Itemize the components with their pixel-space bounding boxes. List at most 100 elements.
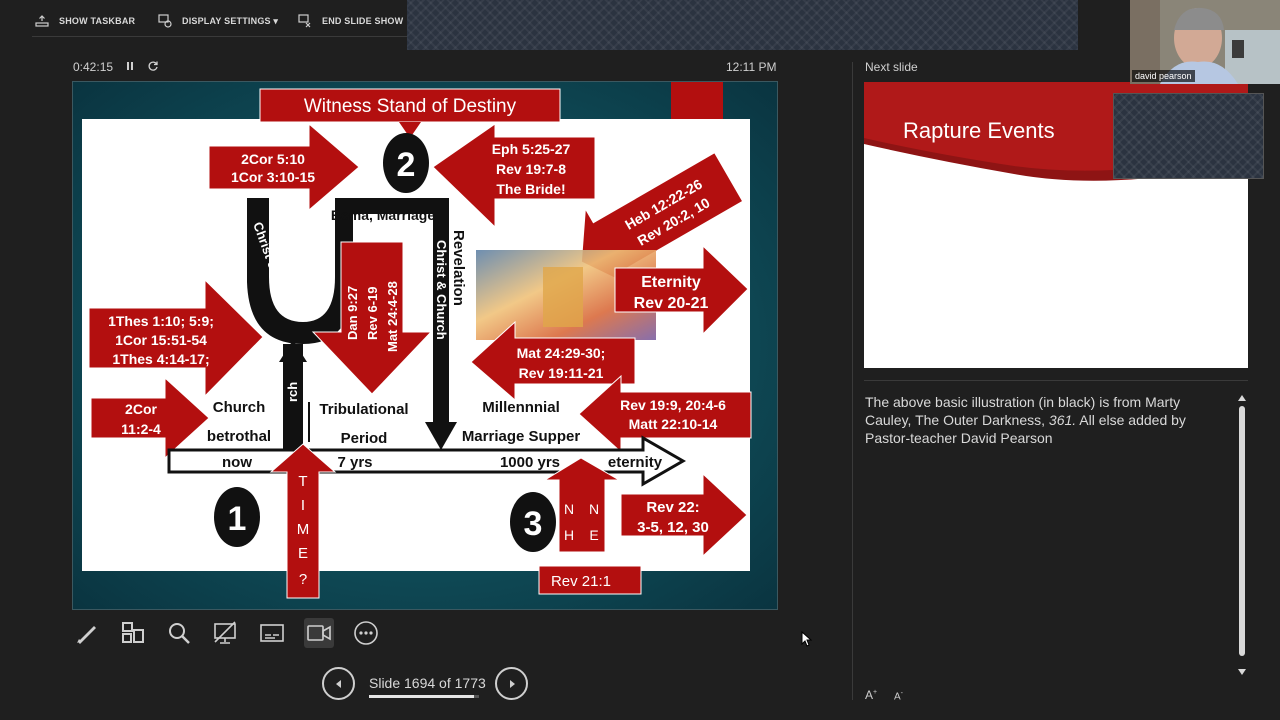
dan-line2: Rev 6-19 [365, 287, 380, 340]
next-slide-button[interactable] [495, 667, 528, 700]
dan-line3: Mat 24:4-28 [385, 281, 400, 352]
time-letter-e: E [298, 545, 308, 562]
speaker-notes[interactable]: The above basic illustration (in black) … [865, 393, 1225, 447]
display-settings-button[interactable]: DISPLAY SETTINGS ▾ [158, 14, 278, 28]
rev199-arrow [578, 374, 752, 454]
millennial-label: Millennnial [482, 399, 560, 416]
eternity-timeline-label: eternity [608, 454, 663, 471]
cor112-line1: 2Cor [125, 401, 157, 417]
magnifier-icon [169, 623, 190, 644]
eternity-line1: Eternity [641, 274, 701, 291]
number-1: 1 [228, 500, 247, 538]
mat24-line1: Mat 24:29-30; [517, 345, 606, 361]
pen-icon [77, 626, 96, 644]
slide-progress-fill [369, 695, 475, 698]
camera-overlay-pattern [1113, 93, 1264, 179]
mouse-cursor-icon [801, 631, 813, 647]
cor510-arrow [208, 122, 360, 212]
time-letter-t: T [298, 473, 307, 490]
number-2: 2 [397, 146, 416, 184]
betrothal-label: betrothal [207, 428, 271, 445]
decrease-font-button[interactable]: A- [894, 690, 903, 702]
rev199-line2: Matt 22:10-14 [629, 416, 718, 432]
cor112-line2: 11:2-4 [121, 421, 161, 437]
new-letter-h: H [564, 527, 574, 543]
new-letter-n1: N [564, 501, 574, 517]
next-slide-title: Rapture Events [903, 118, 1055, 143]
cor510-line2: 1Cor 3:10-15 [231, 169, 315, 185]
previous-slide-button[interactable] [322, 667, 355, 700]
black-screen-button[interactable] [210, 618, 240, 648]
tribulational-label: Tribulational [319, 401, 408, 418]
rev22-line1: Rev 22: [646, 499, 699, 516]
taskbar-icon [35, 15, 49, 27]
slide-counter[interactable]: Slide 1694 of 1773 [369, 675, 486, 691]
video-camera-icon [307, 625, 331, 641]
show-taskbar-button[interactable]: SHOW TASKBAR [35, 14, 135, 28]
camera-toggle-button[interactable] [304, 618, 334, 648]
current-time: 12:11 PM [726, 60, 777, 74]
church-label: Church [213, 399, 266, 416]
thes-line1: 1Thes 1:10; 5:9; [108, 313, 214, 329]
triangle-right-icon [509, 679, 515, 688]
end-slide-show-button[interactable]: END SLIDE SHOW [298, 14, 403, 28]
heavenly-city-tower [543, 267, 583, 327]
notes-scrollbar[interactable] [1237, 392, 1247, 680]
slide-progress-bar [369, 695, 479, 698]
thes-line3: 1Thes 4:14-17; [112, 351, 209, 367]
slide-title: Witness Stand of Destiny [304, 96, 517, 117]
time-letter-q: ? [299, 571, 307, 588]
scroll-up-icon [1238, 395, 1246, 401]
see-all-slides-button[interactable] [118, 618, 148, 648]
all-slides-icon [122, 622, 144, 643]
christ-church-label: Christ & Church [434, 240, 449, 340]
revelation-label: Revelation [450, 230, 467, 306]
pause-timer-button[interactable] [123, 59, 137, 73]
pen-tool-button[interactable] [72, 618, 102, 648]
elapsed-timer: 0:42:15 [73, 60, 114, 74]
more-options-button[interactable] [351, 618, 381, 648]
rev199-line1: Rev 19:9, 20:4-6 [620, 397, 726, 413]
rev211-label: Rev 21:1 [551, 573, 611, 590]
scroll-thumb[interactable] [1239, 406, 1245, 656]
current-slide[interactable]: Witness Stand of Destiny Bema, Marriage … [72, 81, 778, 610]
notes-divider [864, 380, 1248, 381]
end-slide-show-label: END SLIDE SHOW [322, 16, 404, 26]
new-letter-n2: N [589, 501, 599, 517]
timeline-diagram: Witness Stand of Destiny Bema, Marriage … [88, 88, 752, 599]
reset-timer-button[interactable] [146, 59, 160, 73]
cor112-arrow [90, 376, 210, 460]
rapture-label: Rapture [286, 235, 303, 292]
eternity-line2: Rev 20-21 [634, 295, 709, 312]
cor510-line1: 2Cor 5:10 [241, 151, 305, 167]
subtitles-icon [260, 624, 284, 642]
panel-divider [852, 62, 853, 700]
notes-text-italic: 361. [1048, 412, 1077, 428]
next-slide-label: Next slide [865, 60, 918, 74]
bema-label: Bema, Marriage [331, 207, 435, 223]
screen-slash-icon [214, 621, 236, 644]
increase-font-button[interactable]: A+ [865, 688, 877, 702]
increase-font-icon: A [865, 688, 874, 702]
time-letter-i: I [301, 497, 305, 514]
toolbar-divider [32, 36, 407, 37]
more-icon [354, 621, 378, 645]
eph-line3: The Bride! [496, 181, 565, 197]
dan-line1: Dan 9:27 [345, 286, 360, 340]
triangle-left-icon [335, 679, 341, 688]
mat24-line2: Rev 19:11-21 [519, 365, 604, 381]
now-label: now [222, 454, 252, 471]
thes-line2: 1Cor 15:51-54 [115, 332, 207, 348]
revelation-arrow-head [425, 422, 457, 450]
new-letter-e: E [589, 527, 598, 543]
end-show-icon [298, 14, 311, 28]
rch-label: rch [285, 382, 300, 402]
decrease-font-icon: A [894, 691, 901, 703]
marriage-supper-label: Marriage Supper [462, 428, 581, 445]
pause-icon [127, 62, 133, 70]
scroll-down-icon [1238, 669, 1246, 675]
subtitles-button[interactable] [257, 618, 287, 648]
zoom-button[interactable] [164, 618, 194, 648]
rev22-line2: 3-5, 12, 30 [637, 519, 709, 536]
eph-line1: Eph 5:25-27 [492, 141, 571, 157]
